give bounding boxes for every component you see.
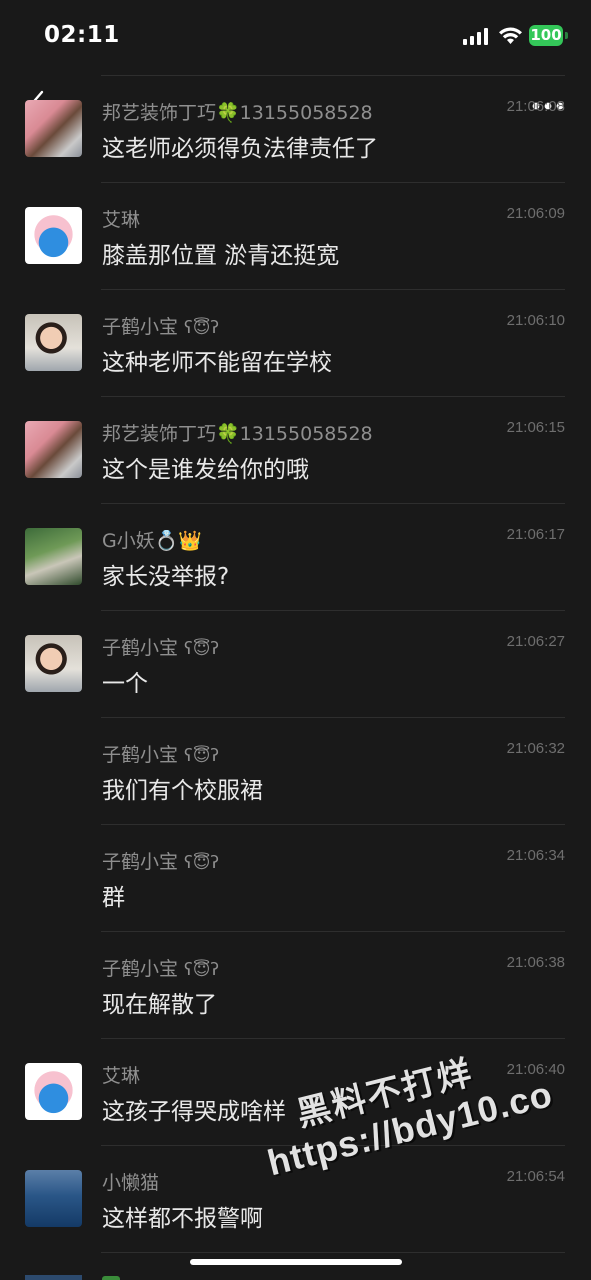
sender-name-text: 子鹤小宝 — [102, 316, 179, 338]
message-time: 21:06:34 — [506, 847, 565, 864]
message-text: 群 — [102, 885, 125, 911]
divider — [101, 1252, 565, 1253]
sender-name-text: 小懒猫 — [102, 1172, 160, 1194]
sender-name-text: G小妖💍👑 — [102, 530, 203, 552]
battery-icon: 100 — [529, 25, 563, 46]
message-text: 膝盖那位置 淤青还挺宽 — [102, 243, 340, 269]
message-item[interactable]: 子鹤小宝 ʕ😇ʔ 21:06:34 群 — [0, 825, 591, 932]
sender-name: 艾琳 — [102, 1061, 140, 1088]
sender-name: 子鹤小宝 ʕ😇ʔ — [102, 740, 219, 767]
message-time: 21:06:17 — [506, 526, 565, 543]
avatar[interactable] — [25, 528, 82, 585]
avatar[interactable] — [25, 1063, 82, 1120]
sender-name: 艾琳 — [102, 205, 140, 232]
message-text: 这种老师不能留在学校 — [102, 350, 332, 376]
message-item[interactable]: G小妖💍👑 21:06:17 家长没举报? — [0, 504, 591, 611]
avatar[interactable] — [25, 314, 82, 371]
message-item[interactable]: 小懒猫 21:06:54 这样都不报警啊 — [0, 1146, 591, 1253]
message-text: 这个是谁发给你的哦 — [102, 457, 309, 483]
message-time: 21:06:54 — [506, 1168, 565, 1185]
sender-emoji: ʕ😇ʔ — [184, 853, 220, 873]
message-item[interactable]: 艾琳 21:06:40 这孩子得哭成啥样 — [0, 1039, 591, 1146]
message-item[interactable]: 邦艺装饰丁巧🍀13155058528 21:06:15 这个是谁发给你的哦 — [0, 397, 591, 504]
status-time: 02:11 — [44, 22, 120, 48]
avatar[interactable] — [25, 207, 82, 264]
sender-name: 子鹤小宝 ʕ😇ʔ — [102, 312, 219, 339]
avatar[interactable] — [25, 421, 82, 478]
avatar[interactable] — [25, 1170, 82, 1227]
next-sender-edge — [102, 1276, 120, 1280]
home-indicator[interactable] — [190, 1259, 402, 1265]
sender-name: 子鹤小宝 ʕ😇ʔ — [102, 633, 219, 660]
sender-name-text: 艾琳 — [102, 1065, 141, 1087]
sender-name-text: 子鹤小宝 — [102, 958, 179, 980]
sender-name: 邦艺装饰丁巧🍀13155058528 — [102, 419, 373, 446]
message-text: 一个 — [102, 671, 148, 697]
sender-emoji: ʕ😇ʔ — [184, 639, 220, 659]
wifi-icon — [499, 27, 522, 44]
sender-name-text: 子鹤小宝 — [102, 851, 179, 873]
sender-name: G小妖💍👑 — [102, 526, 202, 553]
avatar[interactable] — [25, 100, 82, 157]
sender-name: 子鹤小宝 ʕ😇ʔ — [102, 847, 219, 874]
message-item[interactable]: 子鹤小宝 ʕ😇ʔ 21:06:32 我们有个校服裙 — [0, 718, 591, 825]
message-text: 这孩子得哭成啥样 — [102, 1099, 286, 1125]
sender-emoji: ʕ😇ʔ — [184, 318, 220, 338]
message-time: 21:06:27 — [506, 633, 565, 650]
message-time: 21:06:10 — [506, 312, 565, 329]
sender-name: 子鹤小宝 ʕ😇ʔ — [102, 954, 219, 981]
message-time: 21:06:15 — [506, 419, 565, 436]
message-item[interactable]: 艾琳 21:06:09 膝盖那位置 淤青还挺宽 — [0, 183, 591, 290]
sender-name-text: 子鹤小宝 — [102, 637, 179, 659]
message-time: 21:06:40 — [506, 1061, 565, 1078]
sender-emoji: ʕ😇ʔ — [184, 746, 220, 766]
message-time: 21:06:09 — [506, 205, 565, 222]
message-text: 现在解散了 — [102, 992, 217, 1018]
signal-icon — [463, 28, 489, 45]
message-time: 21:06:38 — [506, 954, 565, 971]
sender-emoji: ʕ😇ʔ — [184, 960, 220, 980]
message-text: 家长没举报? — [102, 564, 230, 590]
next-avatar-edge — [25, 1275, 82, 1280]
avatar[interactable] — [25, 635, 82, 692]
sender-name: 邦艺装饰丁巧🍀13155058528 — [102, 98, 373, 125]
message-text: 这老师必须得负法律责任了 — [102, 136, 378, 162]
sender-name-text: 邦艺装饰丁巧🍀13155058528 — [102, 423, 373, 445]
status-bar: 02:11 100 — [0, 0, 591, 72]
message-item[interactable]: 子鹤小宝 ʕ😇ʔ 21:06:38 现在解散了 — [0, 932, 591, 1039]
battery-tip — [565, 32, 568, 39]
message-text: 这样都不报警啊 — [102, 1206, 263, 1232]
message-item[interactable]: 子鹤小宝 ʕ😇ʔ 21:06:27 一个 — [0, 611, 591, 718]
message-time: 21:06:08 — [506, 98, 565, 115]
sender-name-text: 艾琳 — [102, 209, 141, 231]
sender-name-text: 子鹤小宝 — [102, 744, 179, 766]
sender-name-text: 邦艺装饰丁巧🍀13155058528 — [102, 102, 373, 124]
message-time: 21:06:32 — [506, 740, 565, 757]
message-text: 我们有个校服裙 — [102, 778, 263, 804]
message-item[interactable]: 子鹤小宝 ʕ😇ʔ 21:06:10 这种老师不能留在学校 — [0, 290, 591, 397]
sender-name: 小懒猫 — [102, 1168, 159, 1195]
message-item[interactable]: 邦艺装饰丁巧🍀13155058528 21:06:08 这老师必须得负法律责任了 — [0, 76, 591, 183]
